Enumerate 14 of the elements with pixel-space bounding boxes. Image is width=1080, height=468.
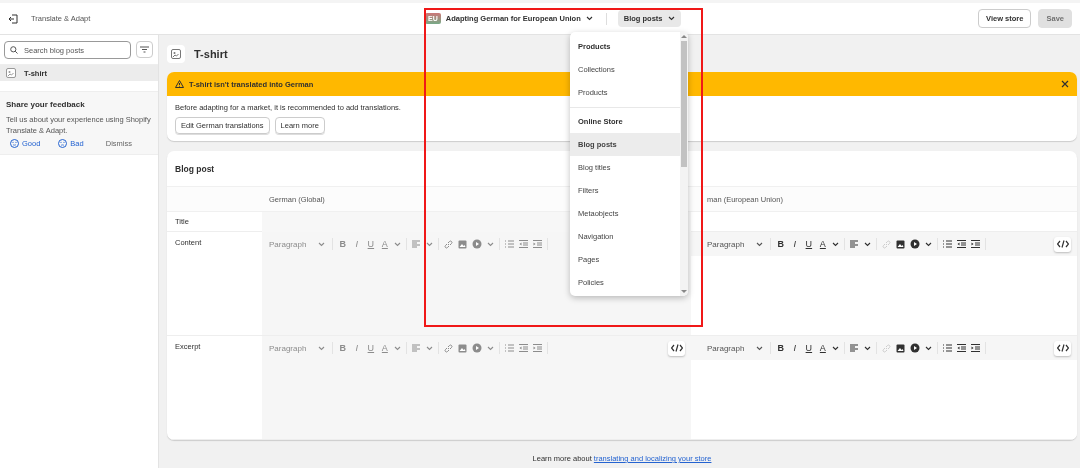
- paragraph-select[interactable]: Paragraph: [707, 239, 764, 249]
- format-button[interactable]: U: [804, 239, 814, 249]
- format-button[interactable]: U: [804, 343, 814, 353]
- paragraph-select[interactable]: Paragraph: [707, 343, 764, 353]
- format-button[interactable]: B: [776, 343, 786, 353]
- format-button[interactable]: A: [818, 343, 828, 353]
- format-button[interactable]: I: [790, 343, 800, 353]
- format-button[interactable]: B: [776, 239, 786, 249]
- feedback-title: Share your feedback: [6, 100, 86, 109]
- format-button[interactable]: A: [818, 239, 828, 249]
- page-title: T-shirt: [194, 47, 228, 60]
- format-button[interactable]: I: [790, 239, 800, 249]
- text-editor[interactable]: Paragraph B I U A: [691, 232, 1077, 335]
- text-editor[interactable]: Paragraph B I U A: [691, 336, 1077, 439]
